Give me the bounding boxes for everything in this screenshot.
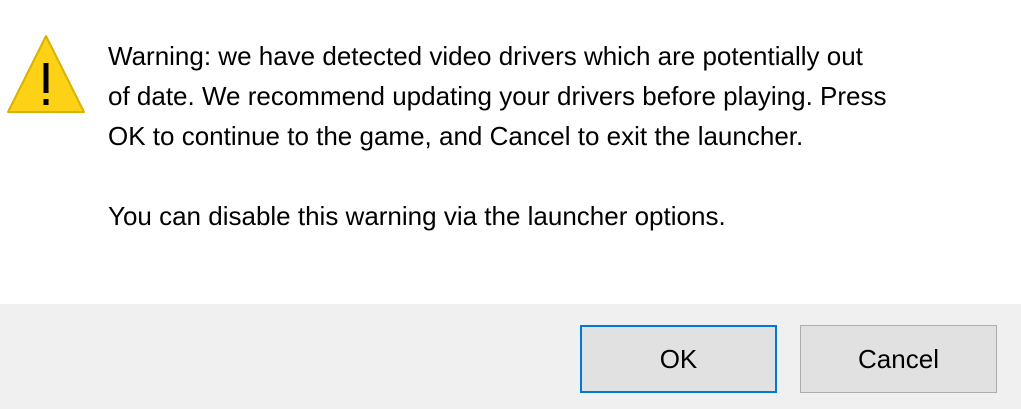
warning-dialog: Warning: we have detected video drivers … (0, 0, 1021, 409)
message-line: OK to continue to the game, and Cancel t… (108, 121, 804, 151)
cancel-button[interactable]: Cancel (800, 325, 997, 393)
dialog-button-bar: OK Cancel (0, 304, 1021, 409)
ok-button[interactable]: OK (580, 325, 777, 393)
secondary-message: You can disable this warning via the lau… (108, 201, 726, 231)
message-line: Warning: we have detected video drivers … (108, 41, 863, 71)
dialog-message: Warning: we have detected video drivers … (108, 36, 1008, 236)
dialog-content: Warning: we have detected video drivers … (0, 0, 1021, 304)
message-line: of date. We recommend updating your driv… (108, 81, 887, 111)
warning-triangle-icon (7, 35, 85, 113)
